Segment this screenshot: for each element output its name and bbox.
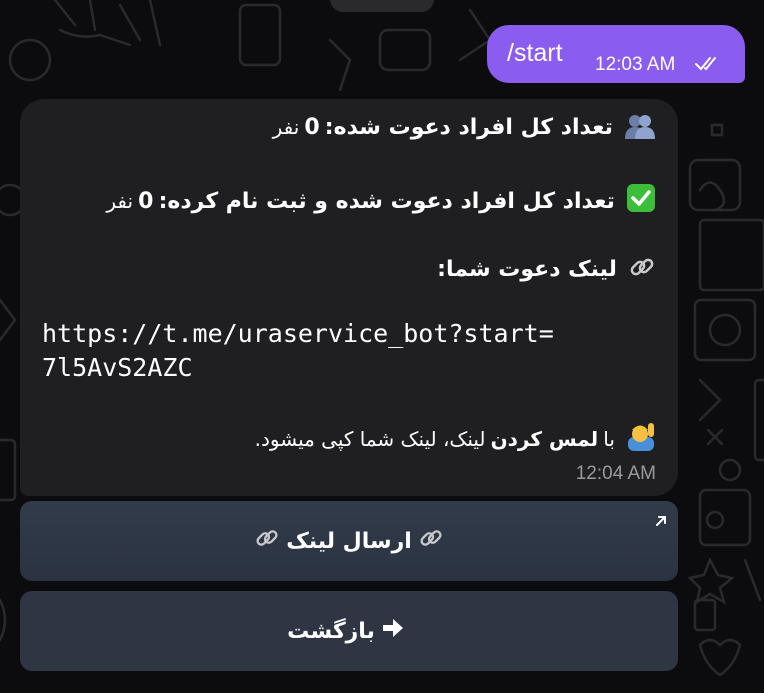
date-pill [330, 0, 434, 12]
invite-url-line-2[interactable]: 7l5AvS2AZC [42, 353, 193, 382]
back-button[interactable]: بازگشت [20, 591, 678, 671]
send-link-button[interactable]: ارسال لینک [20, 501, 678, 581]
expand-arrow-icon [654, 509, 668, 534]
invited-count-line: تعداد کل افراد دعوت شده: 0 نفر [273, 113, 656, 143]
outgoing-message-bubble[interactable]: /start 12:03 AM [487, 25, 745, 83]
invite-link-label: لینک دعوت شما: [437, 257, 617, 282]
incoming-message-bubble[interactable]: تعداد کل افراد دعوت شده: 0 نفر تعداد کل … [20, 99, 678, 496]
copy-hint-rest: لینک، لینک شما کپی میشود. [254, 427, 486, 451]
link-icon [628, 253, 656, 285]
double-check-icon [695, 55, 723, 75]
invited-count-unit: نفر [272, 115, 300, 139]
send-link-label: ارسال لینک [286, 528, 412, 554]
copy-hint-prefix: با [603, 427, 615, 451]
people-icon [624, 113, 656, 143]
outgoing-message-time: 12:03 AM [595, 54, 676, 75]
link-icon [254, 525, 280, 557]
registered-count-line: تعداد کل افراد دعوت شده و ثبت نام کرده: … [106, 183, 656, 217]
invited-count-label: تعداد کل افراد دعوت شده: [324, 115, 613, 140]
copy-hint-line: با لمس کردن لینک، لینک شما کپی میشود. [255, 421, 656, 455]
back-label: بازگشت [287, 618, 375, 644]
incoming-message-time: 12:04 AM [575, 463, 656, 484]
invite-link-label-line: لینک دعوت شما: [437, 253, 656, 285]
copy-hint-bold: لمس کردن [490, 427, 599, 451]
right-arrow-icon [381, 617, 405, 645]
registered-count-label: تعداد کل افراد دعوت شده و ثبت نام کرده: [158, 189, 615, 214]
invite-url-line-1[interactable]: https://t.me/uraservice_bot?start= [42, 319, 554, 348]
link-icon [418, 525, 444, 557]
registered-count-unit: نفر [106, 189, 134, 213]
raising-hand-icon [626, 421, 656, 455]
outgoing-message-text: /start [507, 39, 563, 67]
registered-count-value: 0 [138, 189, 154, 214]
invited-count-value: 0 [304, 115, 320, 140]
check-mark-icon [626, 183, 656, 217]
